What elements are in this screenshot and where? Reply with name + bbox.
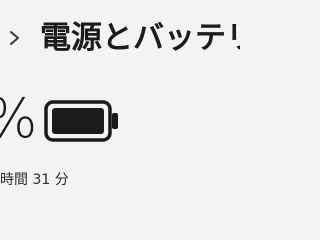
chevron-right-icon <box>10 31 19 45</box>
breadcrumb: 電源とバッテリー <box>0 0 240 80</box>
time-remaining-text: 時間 31 分 <box>0 172 69 188</box>
battery-percentage: % <box>0 84 37 154</box>
battery-full-icon <box>44 100 118 142</box>
battery-fill <box>52 108 104 134</box>
page-title: 電源とバッテリー <box>40 20 240 56</box>
